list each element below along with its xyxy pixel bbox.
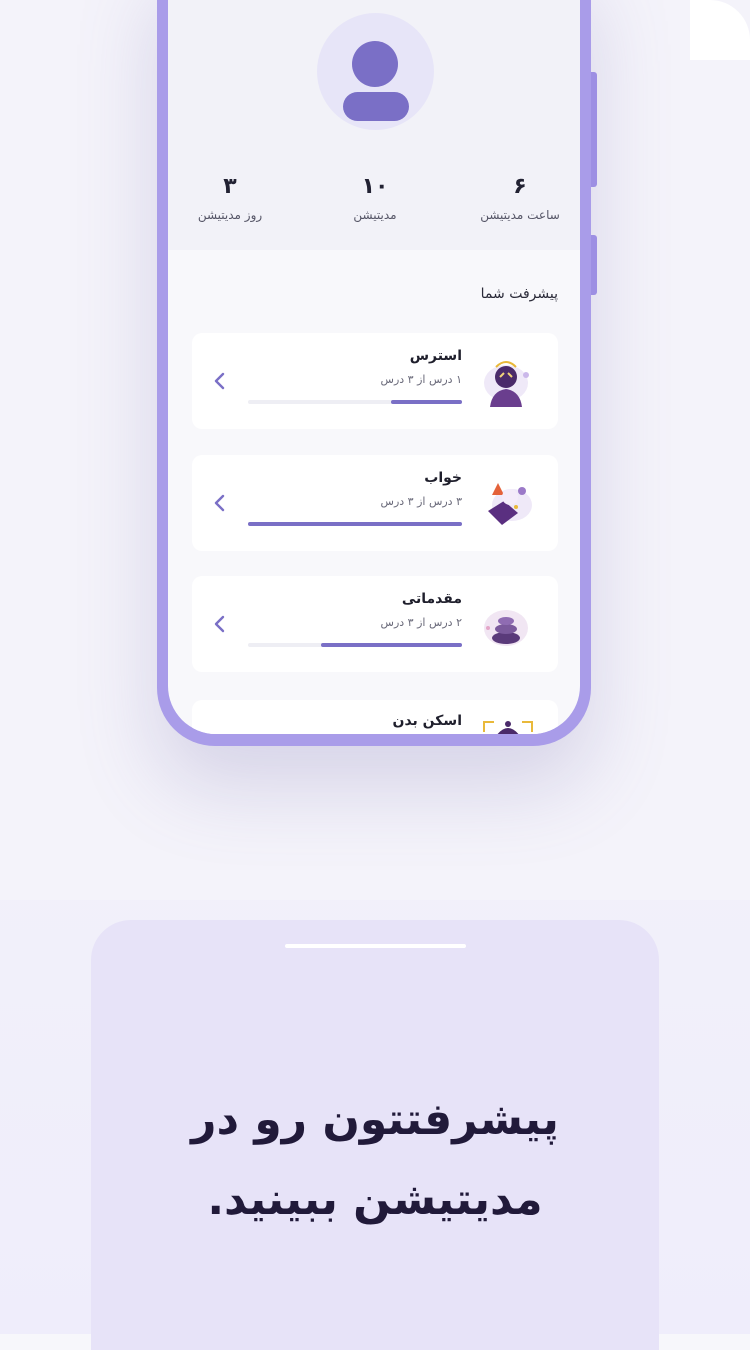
stat-label: ساعت مدیتیشن (480, 208, 560, 222)
stat-label: مدیتیشن (353, 208, 397, 222)
course-subtitle: ۳ درس از ۳ درس (380, 495, 462, 508)
course-subtitle: ۲ درس از ۳ درس (380, 616, 462, 629)
course-title: استرس (409, 348, 462, 364)
phone-mockup: ۶ ساعت مدیتیشن ۱۰ مدیتیشن ۳ روز مدیتیشن … (157, 0, 597, 746)
course-card-stress[interactable]: استرس ۱ درس از ۳ درس (192, 333, 558, 429)
stones-illustration-icon (482, 598, 534, 650)
progress-fill (320, 643, 462, 647)
course-title: خواب (424, 470, 462, 486)
avatar[interactable] (317, 13, 434, 130)
progress-bar (248, 522, 462, 526)
course-title: مقدماتی (401, 591, 462, 607)
chevron-left-icon[interactable] (212, 493, 228, 513)
stat-meditations: ۱۰ مدیتیشن (315, 170, 435, 222)
stat-meditation-hours: ۶ ساعت مدیتیشن (460, 170, 580, 222)
stat-value: ۶ (513, 174, 527, 199)
avatar-head-icon (352, 41, 398, 87)
promo-headline: پیشرفتتون رو در مدیتیشن ببینید. (191, 1094, 559, 1225)
phone-screen: ۶ ساعت مدیتیشن ۱۰ مدیتیشن ۳ روز مدیتیشن … (168, 0, 580, 734)
chevron-left-icon[interactable] (212, 371, 228, 391)
course-card-intro[interactable]: مقدماتی ۲ درس از ۳ درس (192, 576, 558, 672)
stat-meditation-days: ۳ روز مدیتیشن (170, 170, 290, 222)
stat-label: روز مدیتیشن (197, 208, 263, 222)
section-title: پیشرفت شما (480, 286, 558, 302)
stat-value: ۳ (223, 174, 237, 199)
course-title: اسکن بدن (392, 713, 462, 729)
progress-bar (248, 400, 462, 404)
stat-value: ۱۰ (361, 174, 389, 199)
course-card-body-scan[interactable]: اسکن بدن (192, 700, 558, 734)
bottom-sheet: پیشرفتتون رو در مدیتیشن ببینید. (91, 920, 659, 1350)
progress-bar (248, 643, 462, 647)
progress-fill (248, 522, 462, 526)
progress-fill (391, 400, 462, 404)
avatar-body-icon (343, 92, 409, 121)
body-scan-illustration-icon (482, 720, 534, 734)
course-subtitle: ۱ درس از ۳ درس (380, 373, 462, 386)
chevron-left-icon[interactable] (212, 614, 228, 634)
phone-side-button (591, 72, 597, 187)
course-card-sleep[interactable]: خواب ۳ درس از ۳ درس (192, 455, 558, 551)
sheet-handle[interactable] (285, 944, 466, 948)
sleep-illustration-icon (482, 477, 534, 529)
phone-side-button (591, 235, 597, 295)
profile-header: ۶ ساعت مدیتیشن ۱۰ مدیتیشن ۳ روز مدیتیشن (168, 0, 580, 250)
stress-illustration-icon (482, 355, 534, 407)
